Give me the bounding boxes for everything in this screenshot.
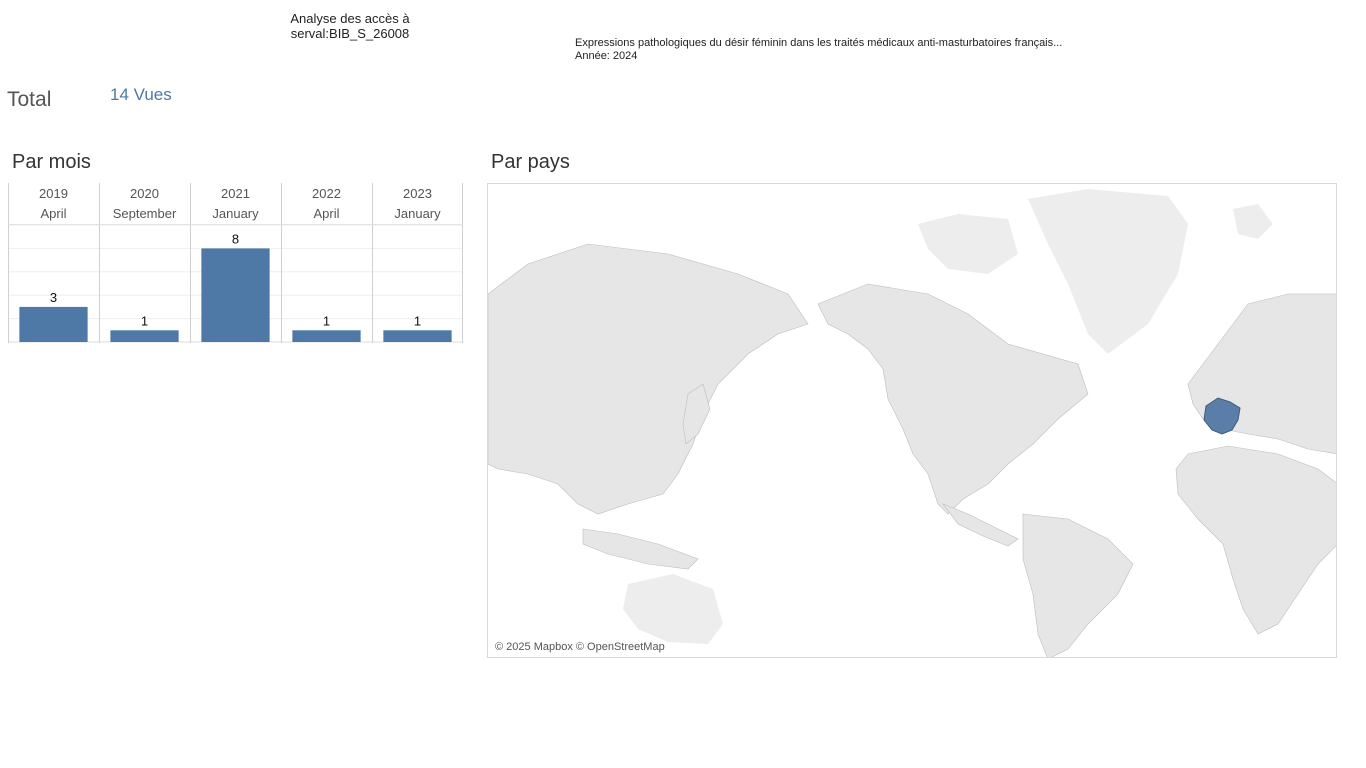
by-country-title: Par pays [491, 151, 570, 173]
report-title-line1: Analyse des accès à [290, 11, 410, 26]
total-views-value: 14 Vues [110, 85, 172, 104]
svalbard-shape [1233, 204, 1273, 239]
column-year-label: 2021 [221, 186, 250, 201]
central-america-shape [942, 503, 1019, 547]
world-map-svg [488, 189, 1336, 657]
africa-shape [1175, 445, 1336, 635]
country-map[interactable]: © 2025 Mapbox © OpenStreetMap [487, 183, 1337, 658]
bar[interactable] [110, 330, 179, 342]
publication-year: Année: 2024 [575, 50, 638, 62]
column-year-label: 2022 [312, 186, 341, 201]
column-month-label: January [394, 206, 441, 221]
south-america-shape [1022, 513, 1134, 657]
total-label: Total [7, 88, 52, 111]
column-month-label: April [40, 206, 66, 221]
arctic-islands-shape [918, 214, 1018, 274]
bar[interactable] [201, 248, 270, 342]
bar-value-label: 1 [414, 313, 421, 328]
bar[interactable] [19, 306, 88, 342]
column-month-label: April [313, 206, 339, 221]
europe-shape [1187, 293, 1336, 454]
column-month-label: September [113, 206, 177, 221]
column-year-label: 2019 [39, 186, 68, 201]
publication-info: Expressions pathologiques du désir fémin… [575, 37, 1062, 63]
monthly-views-chart: 2019 April 3 2020 September 1 2021 January 8 2022… [8, 183, 463, 343]
north-america-shape [817, 283, 1089, 515]
bar[interactable] [292, 330, 361, 342]
publication-title: Expressions pathologiques du désir fémin… [575, 37, 1063, 49]
asia-shape [488, 243, 809, 515]
report-title-line2: serval:BIB_S_26008 [290, 26, 410, 41]
bar[interactable] [383, 330, 452, 342]
southeast-asia-islands-shape [582, 528, 699, 570]
australia-shape [623, 574, 723, 644]
column-month-label: January [212, 206, 259, 221]
column-year-label: 2023 [403, 186, 432, 201]
bar-value-label: 1 [141, 313, 148, 328]
monthly-views-chart-svg: 2019 April 3 2020 September 1 2021 January 8 2022… [8, 183, 463, 343]
bar-value-label: 8 [232, 231, 239, 246]
report-title: Analyse des accès à serval:BIB_S_26008 [260, 11, 440, 41]
bar-value-label: 1 [323, 313, 330, 328]
greenland-shape [1028, 189, 1188, 354]
by-month-title: Par mois [12, 151, 91, 173]
column-year-label: 2020 [130, 186, 159, 201]
bar-value-label: 3 [50, 290, 57, 305]
map-attribution: © 2025 Mapbox © OpenStreetMap [495, 641, 665, 653]
